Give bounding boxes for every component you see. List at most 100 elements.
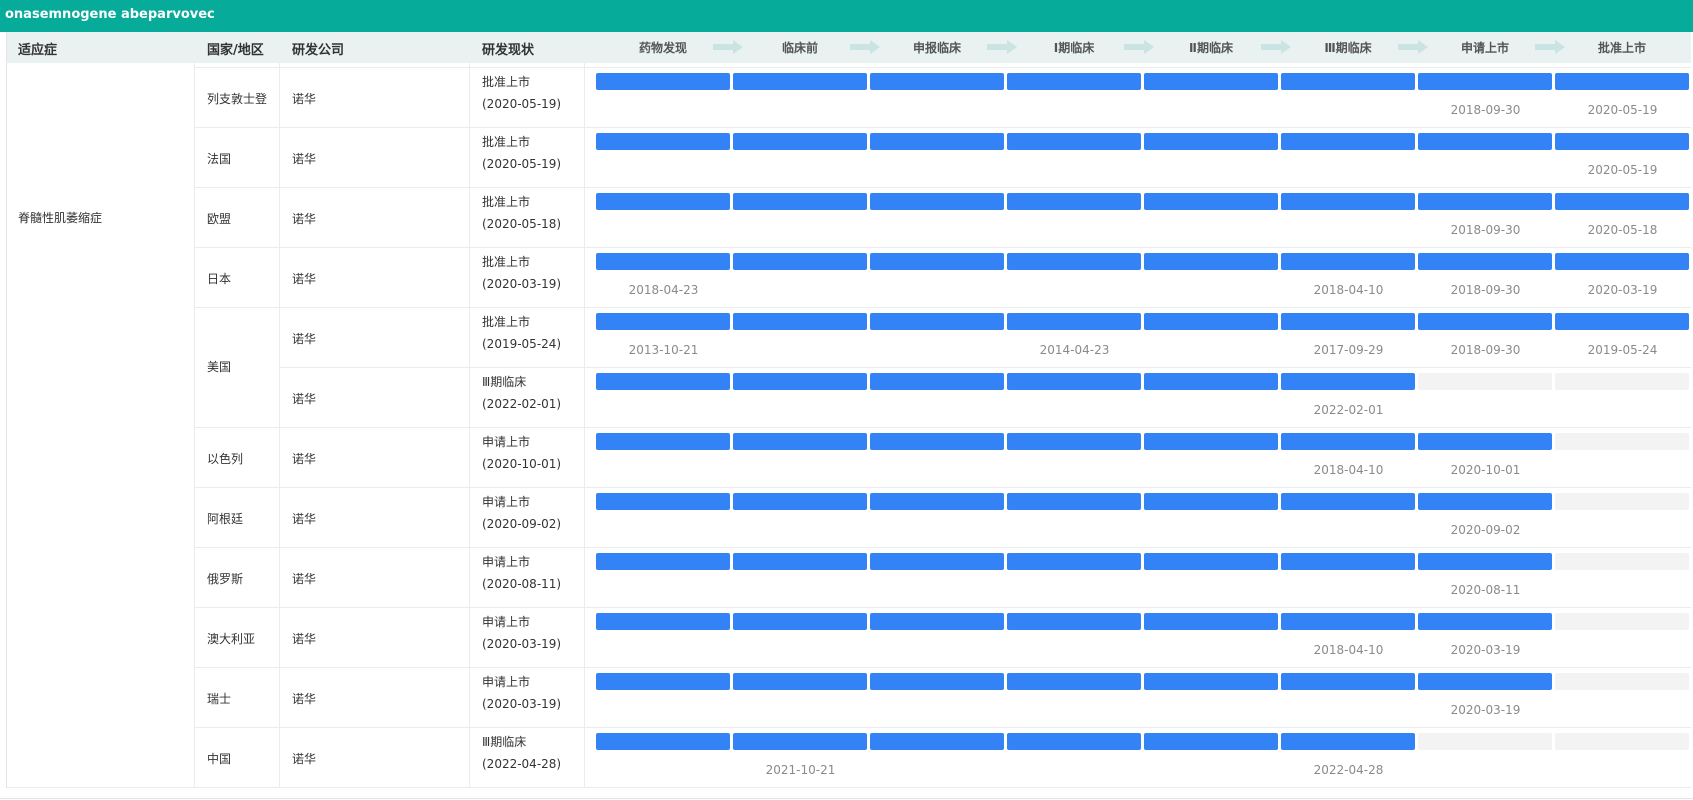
company-cell: 诺华 [292, 152, 317, 166]
stage-progress-completed [1144, 553, 1278, 570]
stage-progress-completed [733, 253, 867, 270]
company-cell: 诺华 [292, 752, 317, 766]
stage-progress-completed [596, 193, 730, 210]
stage-progress-completed [1555, 193, 1689, 210]
stage-date: 2020-05-19 [1587, 163, 1658, 177]
bottom-border [0, 798, 1693, 799]
region-cell: 以色列 [207, 452, 244, 466]
stage-progress-completed [1144, 493, 1278, 510]
stage-progress-completed [1281, 553, 1415, 570]
stage-progress-completed [1555, 73, 1689, 90]
status-text: 批准上市 [482, 315, 531, 329]
stage-date: 2022-02-01 [1313, 403, 1384, 417]
row-separator [194, 247, 1691, 248]
stage-progress-completed [1418, 553, 1552, 570]
stage-date: 2020-03-19 [1450, 643, 1521, 657]
stage-date: 2020-03-19 [1587, 283, 1658, 297]
stage-progress-completed [870, 613, 1004, 630]
status-text: 批准上市 [482, 135, 531, 149]
stage-progress-completed [1418, 493, 1552, 510]
stage-progress-completed [1418, 613, 1552, 630]
stage-arrow-icon [1398, 40, 1428, 54]
stage-progress-completed [1281, 373, 1415, 390]
region-cell: 中国 [207, 752, 232, 766]
stage-date: 2018-04-10 [1313, 463, 1384, 477]
stage-header: 申请上市 [1460, 41, 1509, 55]
stage-progress-completed [1281, 493, 1415, 510]
stage-progress-pending [1555, 493, 1689, 510]
stage-progress-completed [1144, 733, 1278, 750]
stage-date: 2018-09-30 [1450, 103, 1521, 117]
stage-arrow-icon [1261, 40, 1291, 54]
stage-progress-completed [1007, 673, 1141, 690]
stage-progress-completed [870, 553, 1004, 570]
stage-progress-completed [1007, 553, 1141, 570]
header-status: 研发现状 [482, 43, 535, 58]
status-date: (2020-09-02) [482, 517, 562, 531]
title-bar: onasemnogene abeparvovec [0, 0, 1693, 32]
row-separator [279, 367, 1691, 368]
stage-date: 2019-05-24 [1587, 343, 1658, 357]
stage-progress-completed [1555, 133, 1689, 150]
stage-header: 临床前 [781, 41, 818, 55]
stage-progress-completed [1007, 193, 1141, 210]
stage-date: 2018-09-30 [1450, 343, 1521, 357]
status-date: (2019-05-24) [482, 337, 562, 351]
stage-date: 2018-09-30 [1450, 283, 1521, 297]
stage-progress-completed [1144, 253, 1278, 270]
status-text: Ⅲ期临床 [482, 735, 527, 749]
stage-progress-completed [596, 493, 730, 510]
column-divider [469, 63, 470, 788]
row-separator [194, 427, 1691, 428]
stage-progress-completed [1418, 253, 1552, 270]
stage-progress-completed [870, 673, 1004, 690]
header-company: 研发公司 [292, 43, 345, 58]
stage-progress-completed [1281, 613, 1415, 630]
status-text: 批准上市 [482, 255, 531, 269]
stage-progress-completed [870, 733, 1004, 750]
drug-title: onasemnogene abeparvovec [5, 7, 215, 22]
status-date: (2020-03-19) [482, 277, 562, 291]
stage-progress-pending [1418, 373, 1552, 390]
stage-progress-completed [1281, 313, 1415, 330]
stage-progress-completed [1281, 433, 1415, 450]
stage-progress-completed [733, 133, 867, 150]
stage-progress-completed [1144, 133, 1278, 150]
company-cell: 诺华 [292, 692, 317, 706]
stage-arrow-icon [987, 40, 1017, 54]
stage-progress-completed [1418, 73, 1552, 90]
status-date: (2022-02-01) [482, 397, 562, 411]
company-cell: 诺华 [292, 452, 317, 466]
stage-progress-completed [733, 673, 867, 690]
stage-progress-completed [1007, 493, 1141, 510]
stage-header: Ⅲ期临床 [1324, 41, 1372, 55]
header-indication: 适应症 [18, 43, 58, 58]
stage-progress-completed [733, 193, 867, 210]
stage-progress-completed [870, 433, 1004, 450]
stage-date: 2018-09-30 [1450, 223, 1521, 237]
status-date: (2020-05-19) [482, 157, 562, 171]
stage-progress-completed [1144, 433, 1278, 450]
region-cell: 瑞士 [207, 692, 232, 706]
stage-progress-completed [870, 253, 1004, 270]
stage-date: 2017-09-29 [1313, 343, 1384, 357]
stage-progress-completed [1555, 253, 1689, 270]
stage-progress-completed [596, 553, 730, 570]
stage-progress-completed [596, 373, 730, 390]
stage-progress-pending [1555, 613, 1689, 630]
stage-progress-completed [1144, 613, 1278, 630]
stage-date: 2013-10-21 [628, 343, 699, 357]
company-cell: 诺华 [292, 212, 317, 226]
status-date: (2020-10-01) [482, 457, 562, 471]
status-date: (2020-03-19) [482, 637, 562, 651]
stage-progress-completed [1007, 253, 1141, 270]
row-separator [194, 187, 1691, 188]
stage-progress-completed [870, 193, 1004, 210]
row-separator [194, 487, 1691, 488]
status-text: 申请上市 [482, 675, 531, 689]
stage-progress-completed [1144, 193, 1278, 210]
status-text: 批准上市 [482, 75, 531, 89]
stage-progress-pending [1555, 433, 1689, 450]
stage-progress-completed [596, 673, 730, 690]
indication-cell: 脊髓性肌萎缩症 [18, 211, 103, 225]
